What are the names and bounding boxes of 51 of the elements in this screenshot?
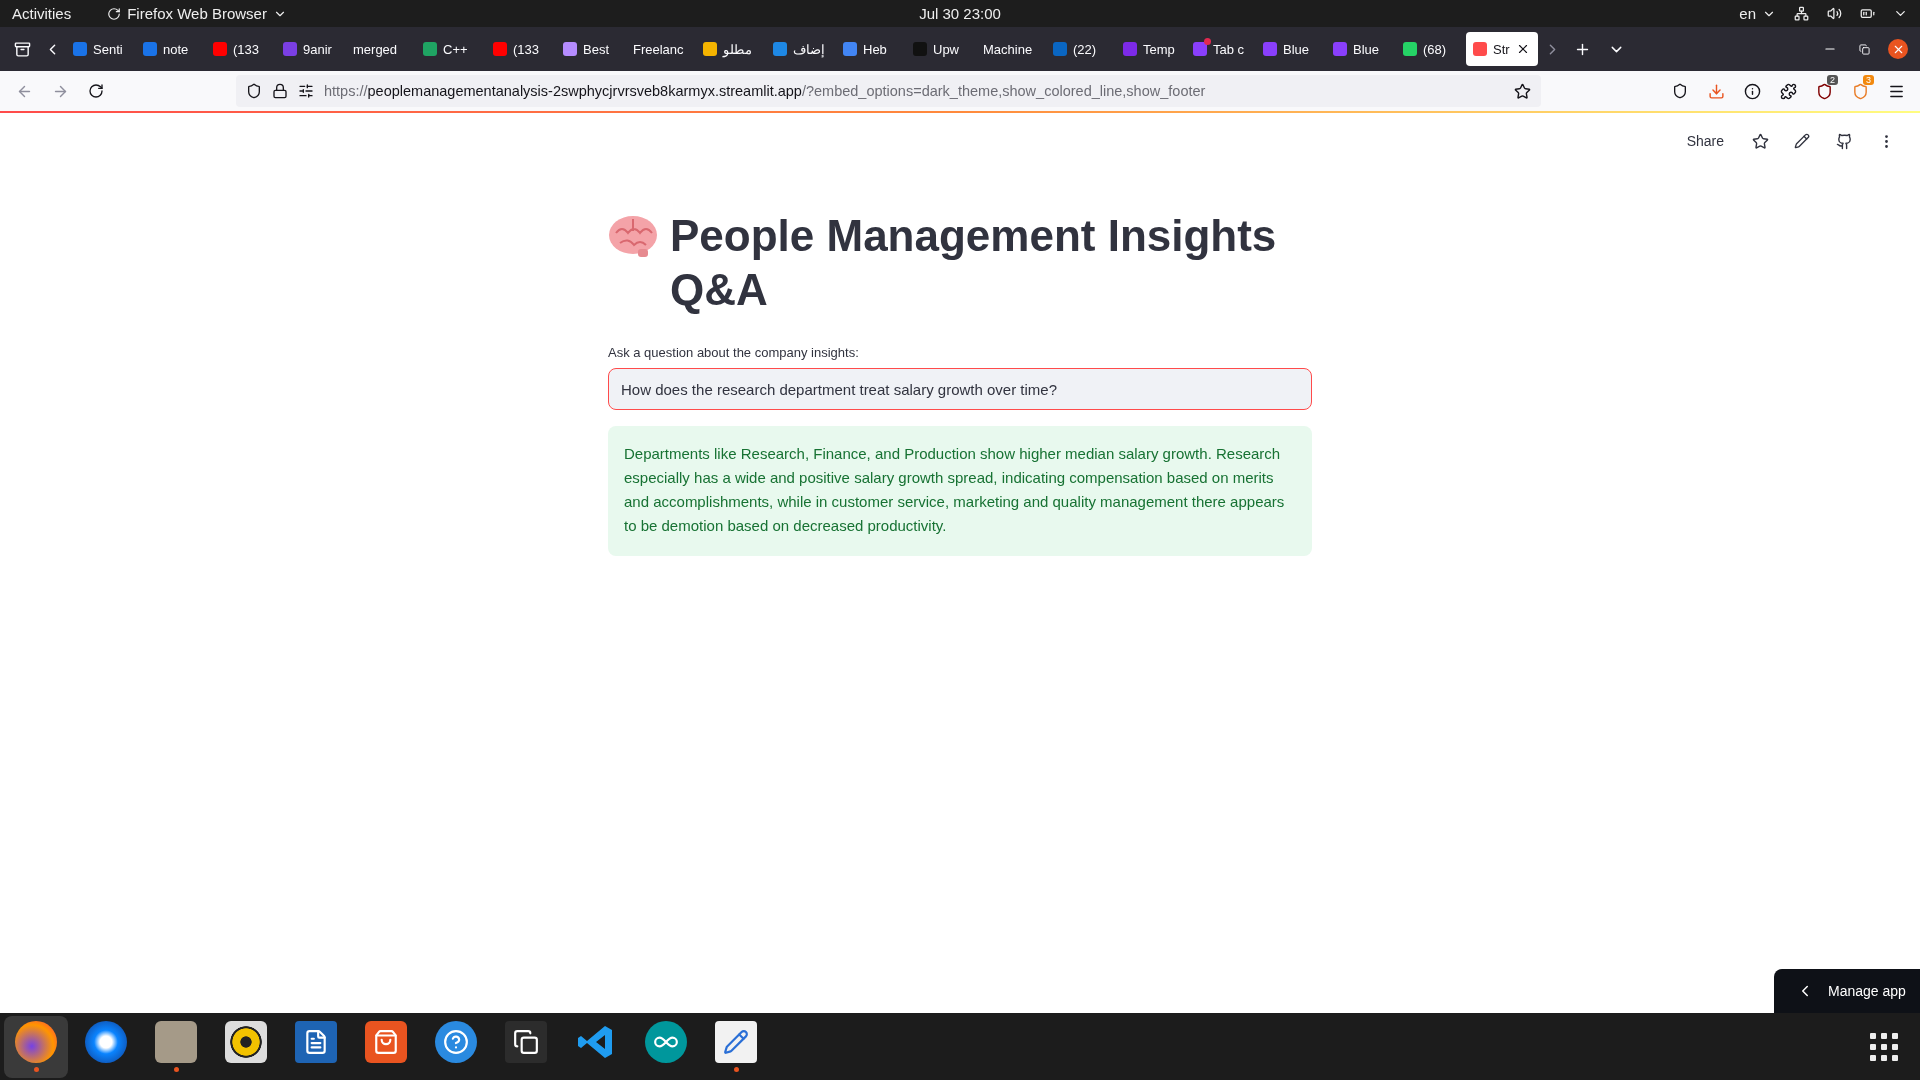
brain-icon — [608, 213, 658, 259]
browser-tab[interactable]: Senti — [66, 32, 134, 66]
field-label: Ask a question about the company insights: — [608, 345, 860, 360]
browser-tab[interactable]: Freelanc — [626, 32, 694, 66]
bookmark-star-icon[interactable] — [1514, 82, 1531, 100]
volume-icon[interactable] — [1827, 6, 1842, 21]
browser-tab[interactable]: مطلو — [696, 32, 764, 66]
address-bar[interactable]: https://peoplemanagementanalysis-2swphycjrvrsveb8karmyx.streamlit.app/?embed_options=dark_theme,show_colored_line,show_footer — [236, 75, 1541, 107]
browser-tab[interactable]: C++ — [416, 32, 484, 66]
browser-tab[interactable]: (133 — [486, 32, 554, 66]
input-source-menu[interactable]: en — [1739, 5, 1776, 22]
speaker-icon — [225, 1021, 267, 1063]
url-text[interactable]: https://peoplemanagementanalysis-2swphycjrvrsveb8karmyx.streamlit.app/?embed_options=dark_theme,show_colored_line,show_footer — [324, 83, 1504, 99]
browser-tab[interactable]: Heb — [836, 32, 904, 66]
help-icon — [435, 1021, 477, 1063]
app-grid-icon[interactable] — [1870, 1032, 1898, 1061]
battery-icon[interactable] — [1860, 6, 1875, 21]
clock[interactable]: Jul 30 23:00 — [919, 5, 1001, 22]
browser-tab[interactable]: Tab c — [1186, 32, 1254, 66]
browser-tab[interactable]: Upw — [906, 32, 974, 66]
question-input[interactable]: How does the research department treat salary growth over time? — [608, 368, 1312, 410]
answer-message: Departments like Research, Finance, and Production show higher median salary growth. Research especially has a wide and positive salary growth spread, indicating compensation based on merits and accomplishments, while in customer service, marketing and quality management there appears to be demotion based on decreased productivity. — [608, 426, 1312, 556]
browser-tab[interactable]: Best — [556, 32, 624, 66]
manage-app-button[interactable]: Manage app — [1774, 969, 1920, 1013]
browser-tab[interactable]: 9anir — [276, 32, 344, 66]
page-title: People Management Insights Q&A — [670, 210, 1278, 316]
browser-tab[interactable]: merged — [346, 32, 414, 66]
activities-button[interactable]: Activities — [12, 5, 72, 22]
browser-tab[interactable]: (22) — [1046, 32, 1114, 66]
shopping-bag-icon — [365, 1021, 407, 1063]
dock-app[interactable] — [4, 1015, 68, 1078]
share-button[interactable]: Share — [1676, 133, 1734, 149]
document-icon — [295, 1021, 337, 1063]
app-menu[interactable]: Firefox Web Browser — [107, 5, 287, 22]
browser-tab[interactable]: Blue — [1326, 32, 1394, 66]
app-icon — [107, 6, 122, 21]
permissions-icon[interactable] — [298, 83, 314, 99]
browser-tab[interactable]: Machine — [976, 32, 1044, 66]
browser-tab[interactable]: Blue — [1256, 32, 1324, 66]
infinity-icon — [645, 1021, 687, 1063]
browser-tab[interactable]: (133 — [206, 32, 274, 66]
browser-tab[interactable]: (68) — [1396, 32, 1464, 66]
browser-tab[interactable]: إضاف — [766, 32, 834, 66]
browser-tab[interactable]: note — [136, 32, 204, 66]
lock-icon[interactable] — [272, 83, 288, 99]
terminal-icon — [505, 1021, 547, 1063]
browser-tab[interactable]: Temp — [1116, 32, 1184, 66]
pencil-icon — [715, 1021, 757, 1063]
browser-tab[interactable]: Str — [1466, 32, 1538, 66]
network-icon[interactable] — [1794, 6, 1809, 21]
shield-icon[interactable] — [246, 83, 262, 99]
